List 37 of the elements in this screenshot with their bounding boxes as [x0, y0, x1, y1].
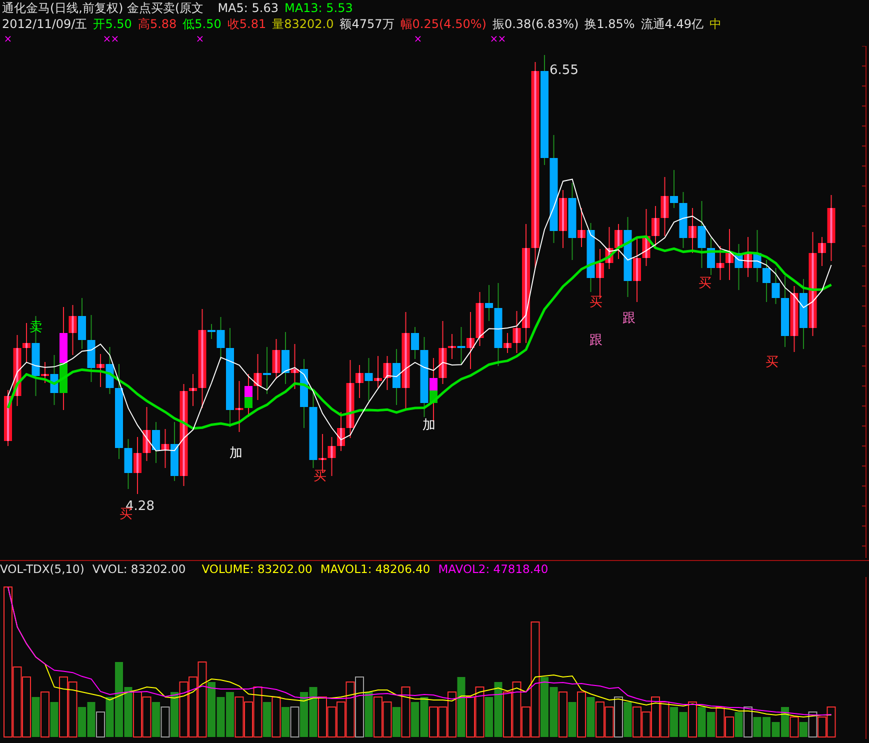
volume-indicator-text: VOL-TDX(5,10) — [0, 561, 84, 577]
volume-indicator-text: VVOL: 83202.00 — [92, 561, 186, 577]
quote-text: 流通4.49亿 — [640, 16, 704, 32]
signal-marker: × — [490, 34, 498, 45]
signal-label: 加 — [230, 446, 242, 461]
quote-text: 中 — [710, 16, 722, 32]
quote-text: 量83202.0 — [272, 16, 334, 32]
signal-label: 6.55 — [550, 63, 578, 78]
quote-text: 换1.85% — [584, 16, 635, 32]
signal-marker: × — [102, 34, 112, 45]
signal-marker: × — [4, 34, 12, 45]
quote-text: 低5.50 — [182, 16, 222, 32]
volume-indicator-text: MAVOL1: 48206.40 — [320, 561, 430, 577]
signal-label: 买 — [766, 355, 778, 370]
signal-marker: × — [110, 34, 120, 45]
quote-text: 收5.81 — [227, 16, 266, 32]
quote-text: 振0.38(6.83%) — [492, 16, 579, 32]
signal-marker: × — [414, 34, 422, 45]
signal-marker: × — [196, 34, 204, 45]
volume-indicator-text: VOLUME: 83202.00 — [202, 561, 312, 577]
signal-label: 买 — [314, 469, 326, 484]
signal-label: 加 — [422, 418, 436, 433]
signal-label: 卖 — [30, 320, 42, 335]
header-text: MA5: 5.63 — [218, 0, 278, 16]
quote-text: 高5.88 — [138, 16, 177, 32]
quote-text: 额4757万 — [340, 16, 394, 32]
quote-text: 开5.50 — [93, 16, 132, 32]
header-text: 通化金马(日线,前复权) 金点买卖(原文 — [2, 0, 204, 16]
signal-marker: × — [498, 34, 506, 45]
signal-label: 跟 — [590, 333, 602, 348]
signal-label: 买 — [590, 295, 602, 310]
header-text: MA13: 5.53 — [284, 0, 353, 16]
quote-text: 幅0.25(4.50%) — [400, 16, 486, 32]
volume-indicator-text: MAVOL2: 47818.40 — [438, 561, 548, 577]
signal-label: 买 — [698, 276, 712, 291]
signal-label: 跟 — [622, 311, 636, 326]
quote-text: 2012/11/09/五 — [2, 16, 88, 32]
